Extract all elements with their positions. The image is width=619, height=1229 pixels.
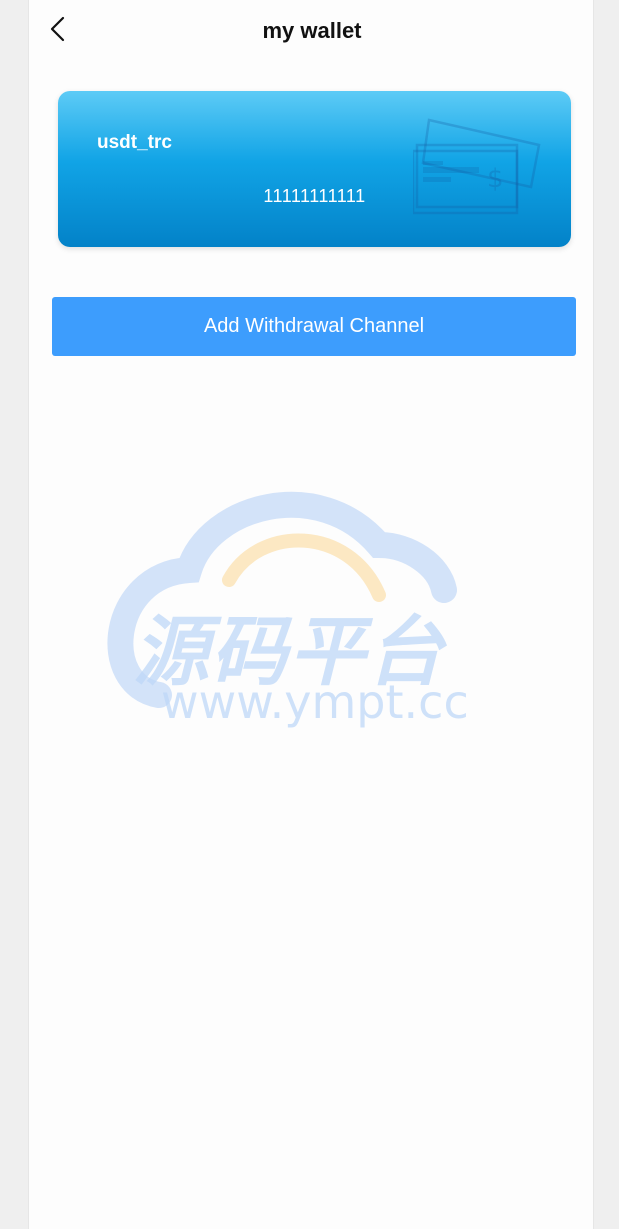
wallet-card-name: usdt_trc — [97, 132, 172, 153]
cloud-logo-icon — [107, 491, 457, 708]
page-header: my wallet — [29, 0, 595, 66]
add-withdrawal-channel-button[interactable]: Add Withdrawal Channel — [52, 297, 576, 356]
watermark-cn-text: 源码平台 — [133, 607, 445, 696]
svg-text:$: $ — [487, 164, 504, 194]
page-title: my wallet — [262, 18, 362, 43]
wallet-page: my wallet usdt_trc 11111111111 $ Add Wit… — [28, 0, 594, 1229]
wallet-card[interactable]: usdt_trc 11111111111 $ — [58, 91, 571, 247]
watermark: 源码平台 www.ympt.cc — [89, 485, 529, 735]
watermark-url-text: www.ympt.cc — [161, 675, 469, 729]
cheque-dollar-icon: $ — [413, 118, 541, 215]
